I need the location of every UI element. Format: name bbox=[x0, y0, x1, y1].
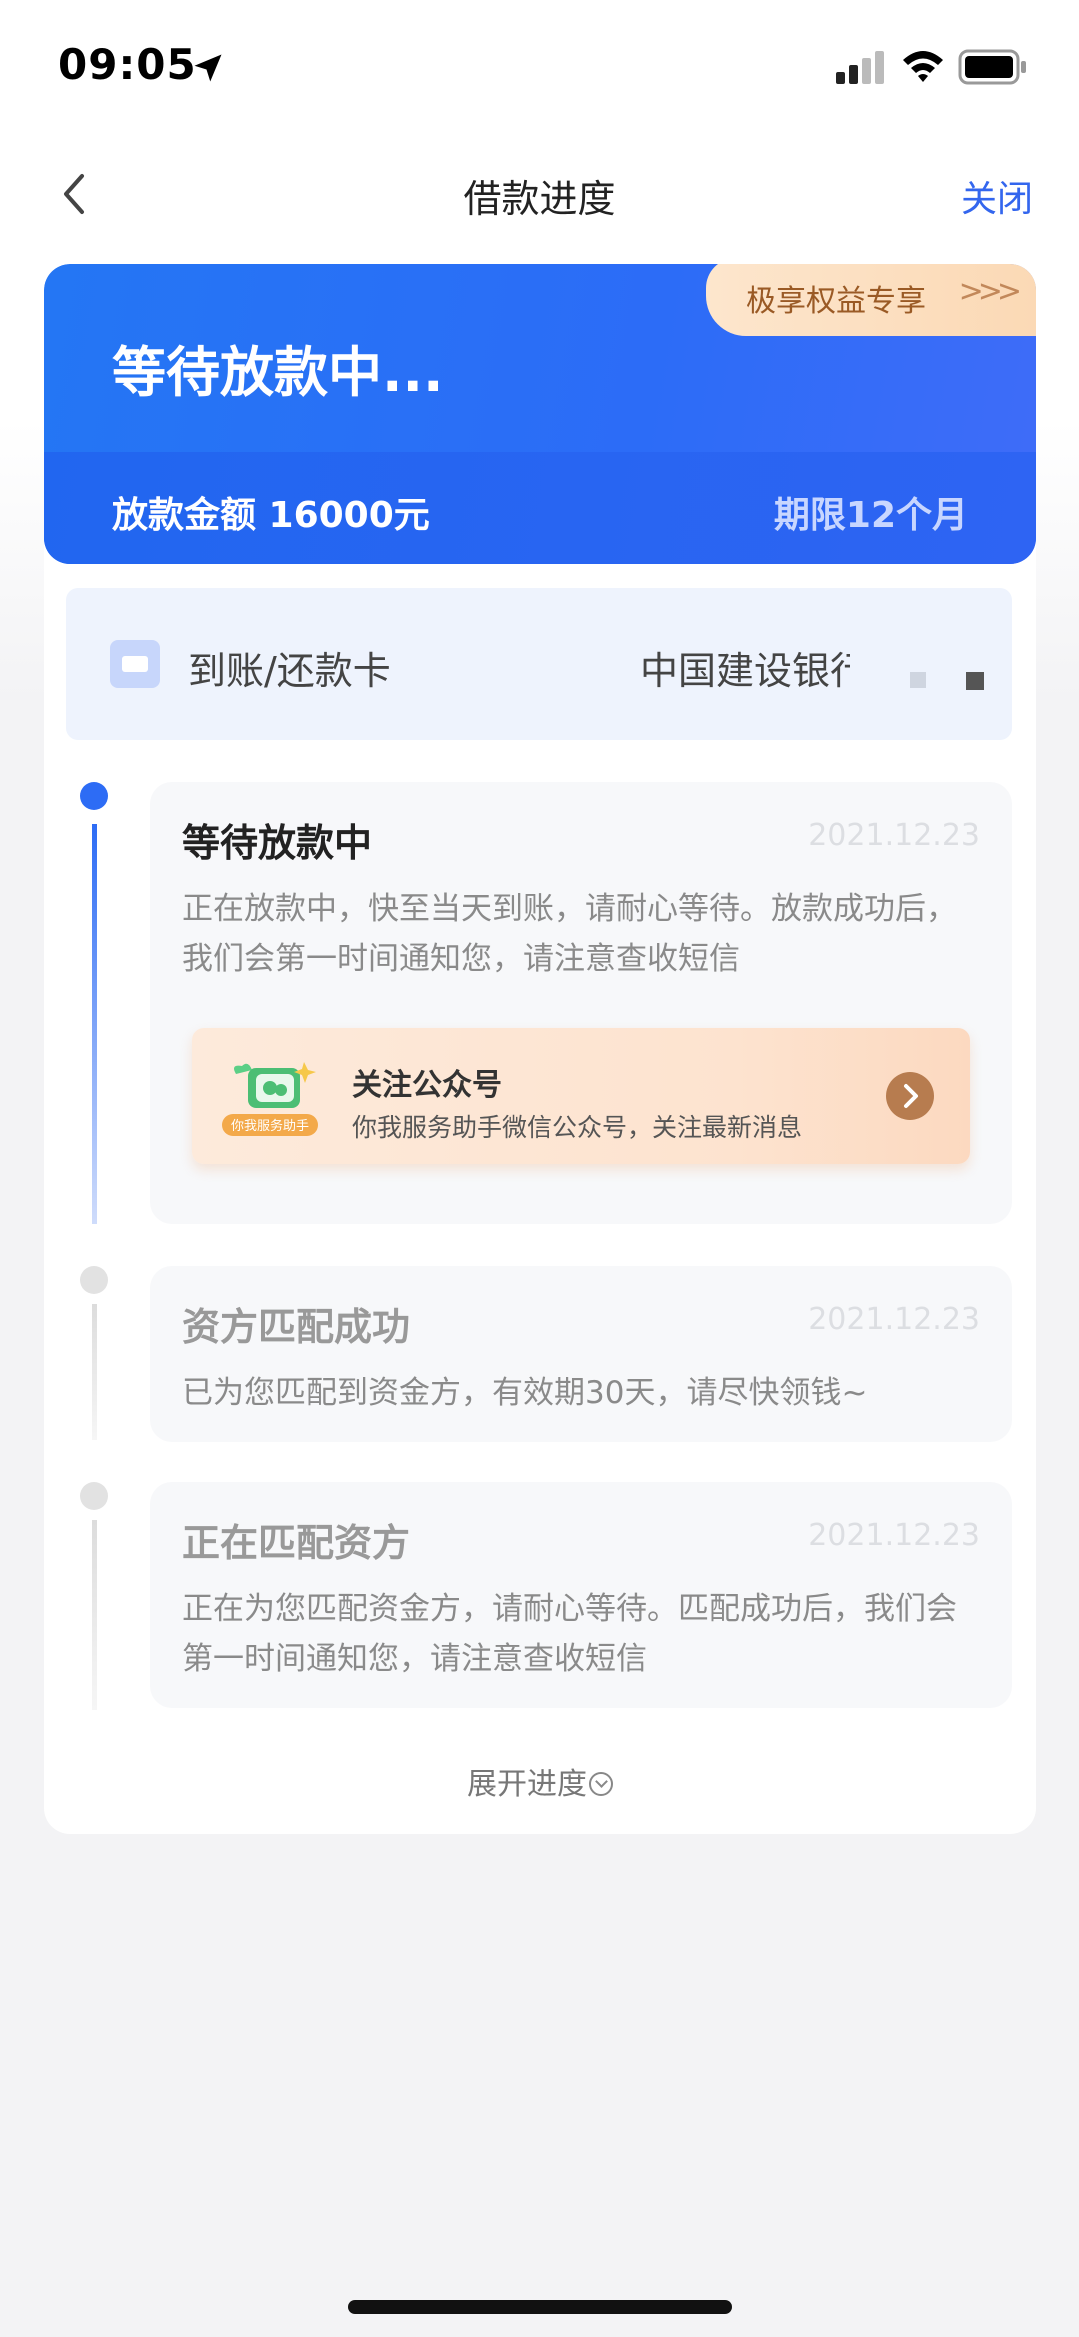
bank-name: 中国建设银行 bbox=[640, 649, 850, 693]
wechat-assistant-icon: 你我服务助手 bbox=[222, 1062, 318, 1136]
expand-chevron-icon bbox=[589, 1771, 613, 1796]
timeline-line-active bbox=[92, 824, 97, 1224]
page-title: 借款进度 bbox=[463, 177, 616, 221]
masked-card-number bbox=[910, 672, 926, 688]
timeline-dot bbox=[80, 1482, 108, 1510]
step-title: 正在匹配资方 bbox=[182, 1521, 411, 1565]
close-button[interactable]: 关闭 bbox=[961, 170, 1033, 222]
masked-card-number-end bbox=[966, 672, 984, 690]
follow-official-account-banner[interactable]: 你我服务助手 关注公众号 你我服务助手微信公众号，关注最新消息 bbox=[192, 1028, 970, 1164]
timeline-step: 资方匹配成功 2021.12.23 已为您匹配到资金方，有效期30天，请尽快领钱… bbox=[150, 1266, 1012, 1442]
timeline-line bbox=[92, 1520, 97, 1710]
timeline-step-current: 等待放款中 2021.12.23 正在放款中，快至当天到账，请耐心等待。放款成功… bbox=[150, 782, 1012, 1224]
bank-card-icon bbox=[110, 640, 160, 688]
battery-icon bbox=[958, 49, 1026, 85]
home-indicator bbox=[348, 2300, 732, 2314]
svg-text:你我服务助手: 你我服务助手 bbox=[231, 1118, 309, 1134]
loan-amount: 放款金额 16000元 bbox=[112, 495, 430, 536]
cellular-signal-icon bbox=[836, 51, 884, 84]
follow-title: 关注公众号 bbox=[352, 1068, 502, 1103]
step-description-line: 我们会第一时间通知您，请注意查收短信 bbox=[182, 941, 740, 977]
timeline-dot bbox=[80, 1266, 108, 1294]
loan-progress-card: 等待放款中... 放款金额 16000元 期限12个月 极享权益专享 >>> 到… bbox=[44, 264, 1036, 1834]
step-description-line: 第一时间通知您，请注意查收短信 bbox=[182, 1641, 647, 1677]
loan-term: 期限12个月 bbox=[773, 495, 968, 536]
promo-label: 极享权益专享 bbox=[746, 284, 926, 319]
nav-bar: 借款进度 关闭 bbox=[0, 150, 1079, 240]
loan-status-title: 等待放款中... bbox=[112, 341, 444, 404]
step-title: 等待放款中 bbox=[182, 821, 373, 865]
step-description-line: 已为您匹配到资金方，有效期30天，请尽快领钱~ bbox=[182, 1375, 868, 1411]
repayment-card-row[interactable]: 到账/还款卡 中国建设银行 bbox=[66, 588, 1012, 740]
step-date: 2021.12.23 bbox=[808, 818, 980, 853]
repayment-card-label: 到账/还款卡 bbox=[188, 649, 391, 693]
status-bar: 09:05 bbox=[0, 0, 1079, 130]
step-date: 2021.12.23 bbox=[808, 1518, 980, 1553]
step-description-line: 正在放款中，快至当天到账，请耐心等待。放款成功后， bbox=[182, 891, 957, 927]
wifi-icon bbox=[903, 51, 943, 82]
step-title: 资方匹配成功 bbox=[182, 1305, 411, 1349]
benefits-promo-tag[interactable]: 极享权益专享 >>> bbox=[706, 264, 1036, 336]
chevron-right-icon[interactable] bbox=[886, 1072, 934, 1120]
location-arrow-icon bbox=[194, 54, 222, 82]
follow-subtitle: 你我服务助手微信公众号，关注最新消息 bbox=[352, 1113, 803, 1142]
step-date: 2021.12.23 bbox=[808, 1302, 980, 1337]
expand-label: 展开进度 bbox=[467, 1767, 587, 1802]
expand-progress-button[interactable]: 展开进度 bbox=[44, 1759, 1036, 1803]
promo-arrows-icon: >>> bbox=[958, 274, 1022, 309]
timeline-step: 正在匹配资方 2021.12.23 正在为您匹配资金方，请耐心等待。匹配成功后，… bbox=[150, 1482, 1012, 1708]
timeline-dot-active bbox=[80, 782, 108, 810]
status-time: 09:05 bbox=[58, 40, 197, 89]
timeline-line bbox=[92, 1304, 97, 1440]
step-description-line: 正在为您匹配资金方，请耐心等待。匹配成功后，我们会 bbox=[182, 1591, 957, 1627]
